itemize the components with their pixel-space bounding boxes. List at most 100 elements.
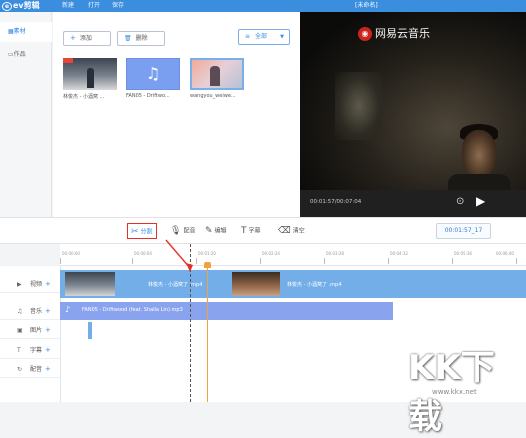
edit-button[interactable]: ✎ 编辑 — [205, 223, 227, 239]
delete-button-label: 删除 — [135, 35, 148, 42]
ruler-tick-label: 00:01:20 — [198, 251, 216, 256]
media-item[interactable]: ♫ FAN05 - Driftwo... — [126, 58, 180, 99]
add-image-icon[interactable]: + — [45, 326, 51, 334]
video-clip-thumbnail — [232, 272, 280, 296]
ruler-tick-label: 00:04:32 — [390, 251, 408, 256]
snapshot-icon[interactable]: ⊙ — [456, 196, 464, 207]
preview-panel: ◉ 网易云音乐 00:01:57/00:07:04 ⊙ ▶ — [300, 12, 526, 217]
add-button[interactable]: + 添加 — [63, 31, 111, 46]
media-item-label: 林俊杰 - 小酒窝 ... — [63, 94, 105, 100]
ruler-tick-label: 00:03:28 — [326, 251, 344, 256]
subtitle-label: 字幕 — [248, 227, 261, 235]
plus-icon: + — [70, 34, 76, 42]
netease-logo-icon: ◉ — [358, 27, 372, 41]
menu-new[interactable]: 新建 — [62, 0, 74, 12]
track-label-voice: ↻ 配音 + — [0, 360, 60, 378]
audio-clip[interactable]: ♪ FAN05 - Driftwood (feat. Shalla Lin).m… — [60, 302, 393, 320]
text-icon: T — [241, 226, 247, 236]
playback-time: 00:01:57/00:07:04 — [310, 199, 362, 205]
track-label-text: 配音 — [30, 366, 43, 373]
split-marker — [190, 244, 191, 402]
app-logo: e ev剪辑 — [2, 0, 40, 12]
video-thumbnail — [190, 58, 244, 90]
list-icon: ≡ — [245, 33, 251, 40]
eraser-icon: ⌫ — [278, 226, 291, 236]
microphone-icon: 🎙 — [170, 226, 182, 236]
split-button[interactable]: ✂ 分割 — [127, 223, 157, 239]
media-item-label: wangyou_weiwe... — [190, 93, 236, 99]
voiceover-label: 配音 — [183, 227, 196, 235]
video-frame: ◉ 网易云音乐 — [300, 12, 526, 190]
split-label: 分割 — [140, 228, 153, 236]
ruler-tick-label: 00:00:00 — [62, 251, 80, 256]
voice-icon: ↻ — [17, 366, 23, 373]
playhead[interactable] — [207, 262, 208, 402]
delete-button[interactable]: 🗑 删除 — [117, 31, 165, 46]
clear-button[interactable]: ⌫ 清空 — [278, 223, 305, 239]
add-button-label: 添加 — [79, 35, 92, 42]
ruler-tick-label: 00:06:40 — [496, 251, 514, 256]
filter-select-label: 全部 — [255, 33, 268, 40]
menu-open[interactable]: 打开 — [88, 0, 100, 12]
chevron-down-icon: ▼ — [280, 34, 284, 40]
video-thumbnail — [63, 58, 117, 90]
ribbon-badge — [63, 58, 73, 63]
track-label-text: 视频 — [30, 281, 43, 288]
add-subtitle-icon[interactable]: + — [45, 346, 51, 354]
sidebar-item-label: 素材 — [13, 28, 26, 35]
ev-logo-icon: e — [2, 2, 12, 11]
track-label-text: 音乐 — [30, 308, 43, 315]
video-track[interactable]: 林俊杰 - 小酒窝了 .mp4 林俊杰 - 小酒窝了 .mp4 — [60, 270, 526, 298]
watermark-text: 网易云音乐 — [375, 27, 430, 40]
music-note-icon: ♪ — [65, 305, 71, 314]
image-icon: ▣ — [17, 327, 23, 334]
sidebar-item-label: 作品 — [13, 51, 26, 58]
film-icon: ▶ — [17, 281, 22, 288]
add-video-icon[interactable]: + — [45, 280, 51, 288]
voiceover-button[interactable]: 🎙 配音 — [170, 223, 195, 239]
scissors-icon: ✂ — [131, 227, 139, 237]
video-clip-thumbnail — [65, 272, 115, 296]
trash-icon: 🗑 — [124, 35, 132, 42]
player-controls: 00:01:57/00:07:04 ⊙ ▶ — [300, 190, 526, 217]
ruler-tick-label: 00:02:24 — [262, 251, 280, 256]
clear-label: 清空 — [292, 227, 305, 235]
track-label-text: 图片 — [30, 327, 43, 334]
menu-save[interactable]: 保存 — [112, 0, 124, 12]
track-label-subtitle: T 字幕 + — [0, 341, 60, 359]
media-item[interactable]: 林俊杰 - 小酒窝 ... — [63, 58, 117, 100]
add-music-icon[interactable]: + — [45, 307, 51, 315]
add-voice-icon[interactable]: + — [45, 365, 51, 373]
track-label-music: ♫ 音乐 + — [0, 302, 60, 320]
pencil-icon: ✎ — [205, 226, 213, 236]
track-label-video: ▶ 视频 + — [0, 275, 60, 293]
video-clip-label: 林俊杰 - 小酒窝了 .mp4 — [148, 282, 203, 288]
app-name: ev剪辑 — [13, 1, 40, 10]
edit-label: 编辑 — [214, 227, 227, 235]
subtitle-button[interactable]: T 字幕 — [241, 223, 261, 239]
title-bar: e ev剪辑 新建 打开 保存 [未命名] — [0, 0, 526, 12]
sidebar-item-works[interactable]: ▭作品 — [0, 45, 52, 65]
timeline-ruler[interactable]: 00:00:00 00:00:04 00:01:20 00:02:24 00:0… — [60, 244, 526, 266]
site-watermark-url: www.kkx.net — [432, 388, 477, 396]
sidebar: ▦素材 ▭作品 — [0, 12, 52, 217]
media-library: + 添加 🗑 删除 ≡ 全部 ▼ 林俊杰 - 小酒窝 ... ♫ FAN05 - Dri… — [53, 12, 300, 217]
video-clip-label: 林俊杰 - 小酒窝了 .mp4 — [287, 282, 342, 288]
track-label-text: 字幕 — [30, 347, 43, 354]
ruler-tick-label: 00:00:04 — [134, 251, 152, 256]
music-icon: ♫ — [17, 308, 23, 315]
window-title: [未命名] — [355, 2, 378, 9]
ruler-tick-label: 00:05:36 — [454, 251, 472, 256]
audio-clip-label: FAN05 - Driftwood (feat. Shalla Lin).mp3 — [82, 307, 183, 313]
track-label-image: ▣ 图片 + — [0, 321, 60, 339]
media-item-label: FAN05 - Driftwo... — [126, 93, 170, 99]
time-display[interactable]: 00:01:57_17 — [436, 223, 491, 239]
text-icon: T — [17, 347, 21, 354]
image-clip[interactable] — [88, 322, 92, 339]
music-note-icon: ♫ — [126, 58, 180, 90]
play-icon[interactable]: ▶ — [476, 194, 485, 208]
filter-select[interactable]: ≡ 全部 ▼ — [238, 29, 290, 45]
sidebar-item-materials[interactable]: ▦素材 — [0, 22, 52, 42]
media-item[interactable]: wangyou_weiwe... — [190, 58, 244, 99]
netease-watermark: ◉ 网易云音乐 — [358, 25, 430, 41]
